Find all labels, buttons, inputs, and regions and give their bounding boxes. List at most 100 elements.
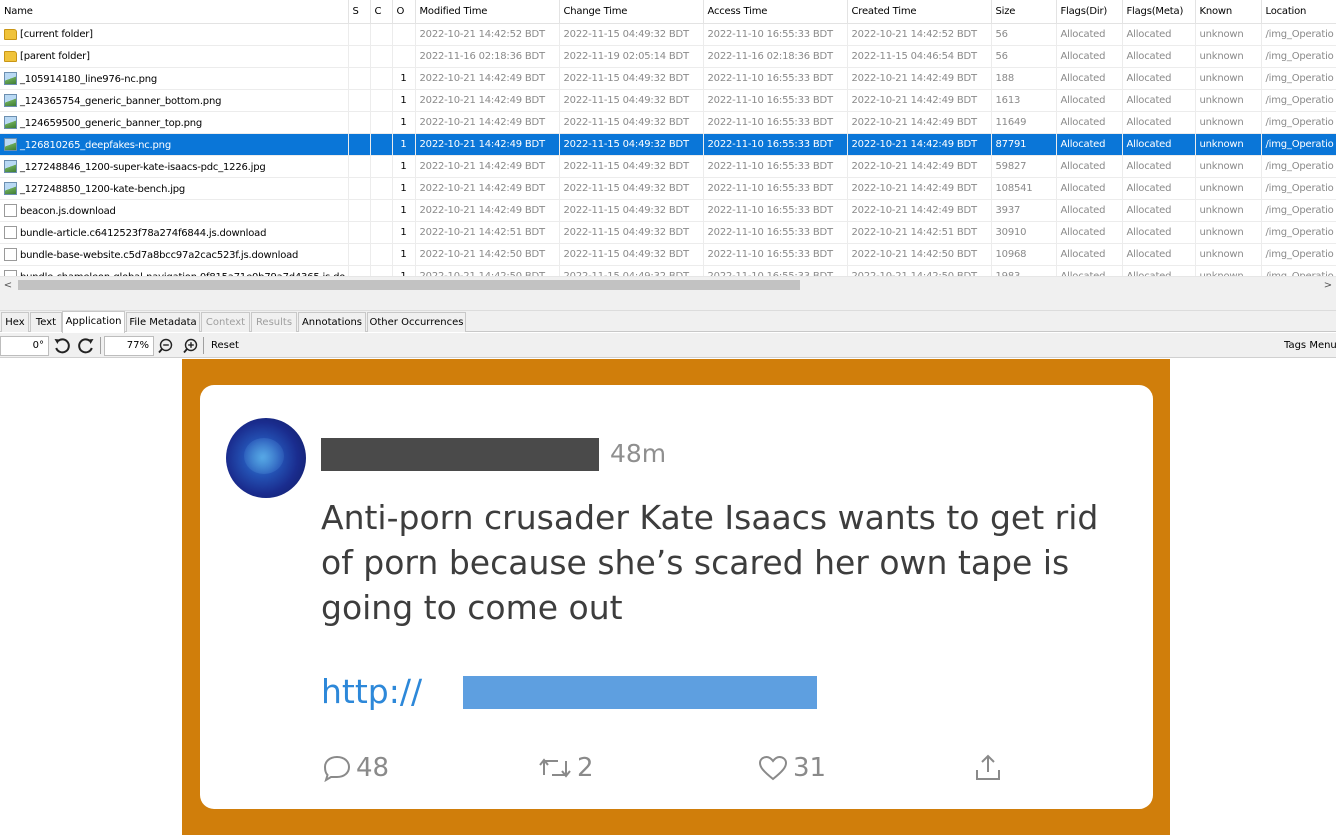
access-time-cell: 2022-11-10 16:55:33 BDT [703, 265, 848, 276]
reset-button[interactable]: Reset [211, 336, 239, 356]
change-time-cell: 2022-11-15 04:49:32 BDT [559, 89, 704, 112]
table-row[interactable]: bundle-chameleon-global-navigation.0f815… [0, 265, 1336, 276]
file-name-cell: _124365754_generic_banner_bottom.png [0, 89, 349, 112]
image-viewer-toolbar: 0° 77% Reset Tags Menu [0, 333, 1336, 358]
tags-menu-button[interactable]: Tags Menu [1284, 336, 1336, 356]
modified-time-cell: 2022-10-21 14:42:52 BDT [415, 23, 560, 46]
tab-other-occurrences[interactable]: Other Occurrences [367, 312, 466, 332]
file-name-cell: bundle-article.c6412523f78a274f6844.js.d… [0, 221, 349, 244]
size-cell: 59827 [991, 155, 1057, 178]
chevron-left-icon[interactable]: < [0, 278, 16, 293]
column-header-access-time[interactable]: Access Time [703, 0, 848, 24]
column-header-known[interactable]: Known [1195, 0, 1262, 24]
file-name-cell: bundle-base-website.c5d7a8bcc97a2cac523f… [0, 243, 349, 266]
column-header-modified-time[interactable]: Modified Time [415, 0, 560, 24]
panel-splitter[interactable] [0, 293, 1336, 311]
tab-application[interactable]: Application [62, 311, 125, 333]
change-time-cell: 2022-11-15 04:49:32 BDT [559, 111, 704, 134]
score-cell [348, 221, 371, 244]
file-name-label: _127248850_1200-kate-bench.jpg [20, 183, 186, 195]
file-name-label: bundle-article.c6412523f78a274f6844.js.d… [20, 227, 267, 239]
flags-meta-cell: Allocated [1122, 155, 1196, 178]
change-time-cell: 2022-11-15 04:49:32 BDT [559, 155, 704, 178]
modified-time-cell: 2022-11-16 02:18:36 BDT [415, 45, 560, 68]
column-header-change-time[interactable]: Change Time [559, 0, 704, 24]
tweet-card: 48m Anti-porn crusader Kate Isaacs wants… [200, 385, 1153, 809]
tab-text[interactable]: Text [30, 312, 62, 332]
flags-meta-cell: Allocated [1122, 45, 1196, 68]
size-cell: 30910 [991, 221, 1057, 244]
tab-hex[interactable]: Hex [1, 312, 29, 332]
rotate-left-icon[interactable] [52, 336, 72, 356]
score-cell [348, 111, 371, 134]
known-cell: unknown [1195, 45, 1262, 68]
chevron-right-icon[interactable]: > [1320, 278, 1336, 293]
scrollbar-thumb[interactable] [18, 280, 800, 290]
location-cell: /img_Operatio [1261, 133, 1336, 156]
score-cell [348, 243, 371, 266]
file-table-panel: Name S C O Modified Time Change Time Acc… [0, 0, 1336, 276]
change-time-cell: 2022-11-15 04:49:32 BDT [559, 199, 704, 222]
flags-meta-cell: Allocated [1122, 265, 1196, 276]
flags-dir-cell: Allocated [1056, 111, 1123, 134]
table-row[interactable]: beacon.js.download 1 2022-10-21 14:42:49 B… [0, 199, 1336, 222]
column-header-c[interactable]: C [370, 0, 393, 24]
location-cell: /img_Operatio [1261, 243, 1336, 266]
comment-cell [370, 133, 393, 156]
flags-dir-cell: Allocated [1056, 199, 1123, 222]
zoom-in-icon[interactable] [180, 336, 200, 356]
table-row[interactable]: _105914180_line976-nc.png 1 2022-10-21 14:… [0, 67, 1336, 90]
column-header-location[interactable]: Location [1261, 0, 1336, 24]
zoom-out-icon[interactable] [157, 336, 177, 356]
file-name-cell: _127248850_1200-kate-bench.jpg [0, 177, 349, 200]
table-row[interactable]: _124659500_generic_banner_top.png 1 2022-1… [0, 111, 1336, 134]
table-row[interactable]: bundle-base-website.c5d7a8bcc97a2cac523f… [0, 243, 1336, 266]
table-row[interactable]: _126810265_deepfakes-nc.png 1 2022-10-21 1… [0, 133, 1336, 156]
table-row[interactable]: _124365754_generic_banner_bottom.png 1 202… [0, 89, 1336, 112]
column-header-name[interactable]: Name [0, 0, 349, 24]
column-header-s[interactable]: S [348, 0, 371, 24]
heart-icon [758, 755, 788, 781]
column-header-flags-meta[interactable]: Flags(Meta) [1122, 0, 1196, 24]
occurrences-cell: 1 [392, 89, 416, 112]
rotation-field[interactable]: 0° [0, 336, 49, 356]
zoom-field[interactable]: 77% [104, 336, 154, 356]
like-action: 31 [757, 753, 826, 783]
occurrences-cell: 1 [392, 221, 416, 244]
column-header-flags-dir[interactable]: Flags(Dir) [1056, 0, 1123, 24]
known-cell: unknown [1195, 265, 1262, 276]
occurrences-cell: 1 [392, 177, 416, 200]
access-time-cell: 2022-11-10 16:55:33 BDT [703, 67, 848, 90]
folder-icon [4, 50, 17, 62]
modified-time-cell: 2022-10-21 14:42:49 BDT [415, 199, 560, 222]
image-icon [4, 159, 17, 173]
table-row[interactable]: [current folder] 2022-10-21 14:42:52 BDT 2… [0, 23, 1336, 46]
known-cell: unknown [1195, 199, 1262, 222]
comment-cell [370, 199, 393, 222]
table-row[interactable]: _127248846_1200-super-kate-isaacs-pdc_12… [0, 155, 1336, 178]
score-cell [348, 155, 371, 178]
column-header-size[interactable]: Size [991, 0, 1057, 24]
created-time-cell: 2022-10-21 14:42:49 BDT [847, 177, 992, 200]
tab-file-metadata[interactable]: File Metadata [126, 312, 200, 332]
rotate-right-icon[interactable] [76, 336, 96, 356]
flags-dir-cell: Allocated [1056, 265, 1123, 276]
file-name-cell: _124659500_generic_banner_top.png [0, 111, 349, 134]
tab-annotations[interactable]: Annotations [298, 312, 366, 332]
table-row[interactable]: [parent folder] 2022-11-16 02:18:36 BDT 20… [0, 45, 1336, 68]
size-cell: 1613 [991, 89, 1057, 112]
flags-dir-cell: Allocated [1056, 23, 1123, 46]
table-row[interactable]: bundle-article.c6412523f78a274f6844.js.d… [0, 221, 1336, 244]
file-icon [4, 247, 17, 261]
occurrences-cell: 1 [392, 67, 416, 90]
flags-meta-cell: Allocated [1122, 199, 1196, 222]
horizontal-scrollbar[interactable]: < > [0, 276, 1336, 293]
column-header-created-time[interactable]: Created Time [847, 0, 992, 24]
column-header-o[interactable]: O [392, 0, 416, 24]
change-time-cell: 2022-11-15 04:49:32 BDT [559, 23, 704, 46]
occurrences-cell: 1 [392, 133, 416, 156]
created-time-cell: 2022-10-21 14:42:49 BDT [847, 199, 992, 222]
table-row[interactable]: _127248850_1200-kate-bench.jpg 1 2022-10-2… [0, 177, 1336, 200]
flags-meta-cell: Allocated [1122, 243, 1196, 266]
access-time-cell: 2022-11-10 16:55:33 BDT [703, 133, 848, 156]
